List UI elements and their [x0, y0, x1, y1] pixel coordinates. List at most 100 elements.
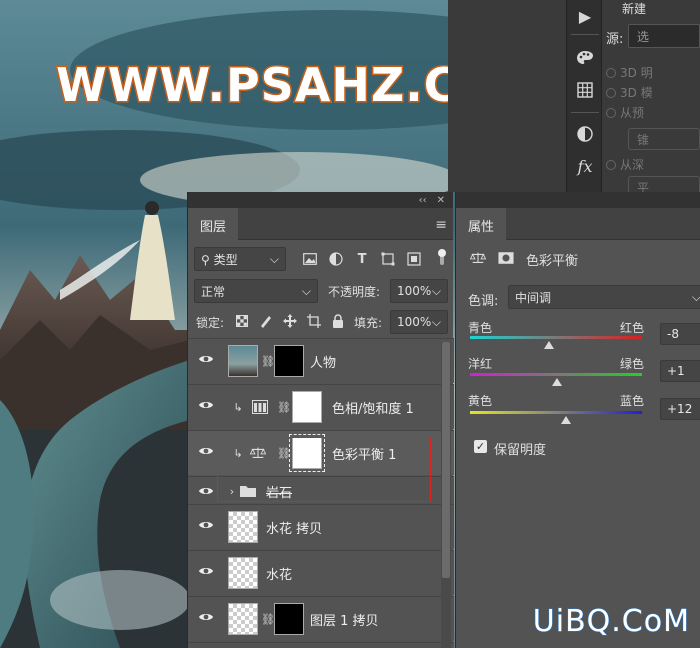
tone-label: 色调: [468, 294, 499, 309]
preserve-luminosity-checkbox[interactable]: ✓ [474, 440, 487, 453]
option-3d-1[interactable]: 3D 明 [606, 64, 653, 81]
cyan-red-slider[interactable] [470, 336, 642, 339]
panel-menu-icon[interactable]: ≡ [435, 217, 447, 233]
fill-input[interactable]: 100% ⌵ [390, 310, 448, 334]
option-depth[interactable]: 从深 [606, 156, 644, 173]
opacity-input[interactable]: 100% ⌵ [390, 279, 448, 303]
slider-thumb[interactable] [544, 341, 555, 349]
layer-mask-thumbnail[interactable] [292, 391, 322, 423]
eye-icon[interactable] [198, 353, 214, 365]
text-filter-icon[interactable]: T [354, 251, 370, 267]
tool-area: ▶ fx 新建 源: 选 3D 明 3D 模 从预 锥 从深 平 [448, 0, 700, 198]
option-label: 3D 模 [620, 86, 653, 100]
layer-group-row[interactable]: › 岩石 [188, 476, 454, 504]
option-3d-2[interactable]: 3D 模 [606, 84, 653, 101]
slider-left-label: 洋红 [468, 357, 493, 371]
play-icon[interactable]: ▶ [567, 2, 603, 30]
lock-artboard-icon[interactable] [306, 313, 322, 329]
layer-row-partial[interactable] [188, 642, 454, 648]
adjustment-filter-icon[interactable] [328, 251, 344, 267]
properties-panel: 属性 色彩平衡 色调: 中间调 ⌵ 青色 红色 -8 洋红 绿色 +1 黄色 蓝… [455, 192, 700, 648]
chevron-right-icon[interactable]: › [224, 483, 240, 499]
properties-tab-bar: 属性 [456, 208, 700, 240]
source-label: 源: [606, 32, 624, 47]
eye-icon[interactable] [198, 565, 214, 577]
layer-mask-thumbnail[interactable] [289, 434, 325, 472]
layers-scrollbar[interactable] [441, 342, 451, 648]
chevron-down-icon: ⌵ [301, 283, 311, 298]
slider-thumb[interactable] [561, 416, 572, 424]
tool-divider [571, 34, 599, 35]
lock-all-icon[interactable] [330, 313, 346, 329]
fill-label: 填充: [354, 316, 383, 330]
eye-icon[interactable] [198, 445, 214, 457]
clip-arrow-icon: ↳ [233, 400, 243, 414]
option-label: 从深 [620, 158, 645, 172]
lock-transparency-icon[interactable] [234, 313, 250, 329]
layer-name: 色相/饱和度 1 [332, 402, 414, 417]
eye-icon[interactable] [198, 611, 214, 623]
tone-select[interactable]: 中间调 ⌵ [508, 285, 700, 309]
grid-icon[interactable] [567, 76, 603, 104]
cyan-red-value[interactable]: -8 [660, 323, 700, 345]
fx-icon[interactable]: fx [567, 152, 603, 180]
layer-row[interactable]: ⛓ 人物 [188, 338, 454, 383]
radio-icon [606, 107, 616, 118]
image-filter-icon[interactable] [302, 251, 318, 267]
watermark-bottom: UiBQ.CoM [532, 604, 690, 640]
link-icon[interactable]: ⛓ [276, 445, 292, 461]
magenta-green-slider[interactable] [470, 373, 642, 376]
tab-layers[interactable]: 图层 [188, 208, 239, 240]
collapse-icon[interactable]: ‹‹ [419, 195, 427, 206]
layer-mask-thumbnail[interactable] [274, 603, 304, 635]
eye-icon[interactable] [198, 485, 214, 497]
hue-saturation-icon [252, 399, 268, 415]
lock-pixels-icon[interactable] [258, 313, 274, 329]
layers-panel: ‹‹ ✕ 图层 ≡ ⚲ 类型 ⌵ T 正常 ⌵ 不透明度: 100% ⌵ 锁定: [187, 192, 454, 648]
shape-filter-icon[interactable] [380, 251, 396, 267]
tab-properties[interactable]: 属性 [456, 208, 507, 240]
eye-icon[interactable] [198, 519, 214, 531]
yellow-blue-value[interactable]: +12 [660, 398, 700, 420]
slider-right-label: 红色 [620, 321, 645, 335]
layer-row[interactable]: ⛓ 图层 1 拷贝 [188, 596, 454, 641]
option-pill-1[interactable]: 锥 [628, 128, 700, 150]
radio-icon [606, 67, 616, 78]
layer-thumbnail [228, 557, 258, 589]
adjust-icon[interactable] [567, 120, 603, 148]
new-panel-title: 新建 [622, 2, 647, 16]
layer-row[interactable]: ↳ ⛓ 色相/饱和度 1 [188, 384, 454, 429]
tone-value: 中间调 [515, 290, 552, 305]
option-preset[interactable]: 从预 [606, 104, 644, 121]
blend-mode-select[interactable]: 正常 ⌵ [194, 279, 318, 303]
lock-position-icon[interactable] [282, 313, 298, 329]
yellow-blue-slider[interactable] [470, 411, 642, 414]
layer-row-selected[interactable]: ↳ ⛓ 色彩平衡 1 [188, 430, 454, 475]
chevron-down-icon: ⌵ [431, 283, 441, 298]
balance-scale-icon [470, 250, 486, 266]
option-label: 3D 明 [620, 66, 653, 80]
source-select[interactable]: 选 [628, 24, 700, 48]
layer-name: 岩石 [266, 486, 293, 501]
slider-thumb[interactable] [551, 378, 562, 386]
tool-divider [571, 112, 599, 113]
search-icon: ⚲ [201, 252, 210, 267]
eye-icon[interactable] [198, 399, 214, 411]
chevron-down-icon: ⌵ [691, 289, 700, 304]
panel-collapse-bar [456, 192, 700, 208]
layer-row[interactable]: 水花 [188, 550, 454, 595]
layer-mask-thumbnail[interactable] [274, 345, 304, 377]
mask-icon[interactable] [498, 250, 514, 266]
layer-row[interactable]: 水花 拷贝 [188, 504, 454, 549]
close-icon[interactable]: ✕ [437, 195, 445, 206]
magenta-green-value[interactable]: +1 [660, 360, 700, 382]
smart-object-filter-icon[interactable] [406, 251, 422, 267]
layer-name: 水花 [266, 568, 293, 583]
palette-icon[interactable] [567, 44, 603, 72]
link-icon[interactable]: ⛓ [276, 399, 292, 415]
filter-select[interactable]: ⚲ 类型 ⌵ [194, 247, 286, 271]
lock-label: 锁定: [196, 316, 225, 330]
scrollbar-thumb[interactable] [442, 342, 450, 578]
layer-thumbnail [228, 345, 258, 377]
filter-toggle-icon[interactable] [434, 249, 450, 265]
